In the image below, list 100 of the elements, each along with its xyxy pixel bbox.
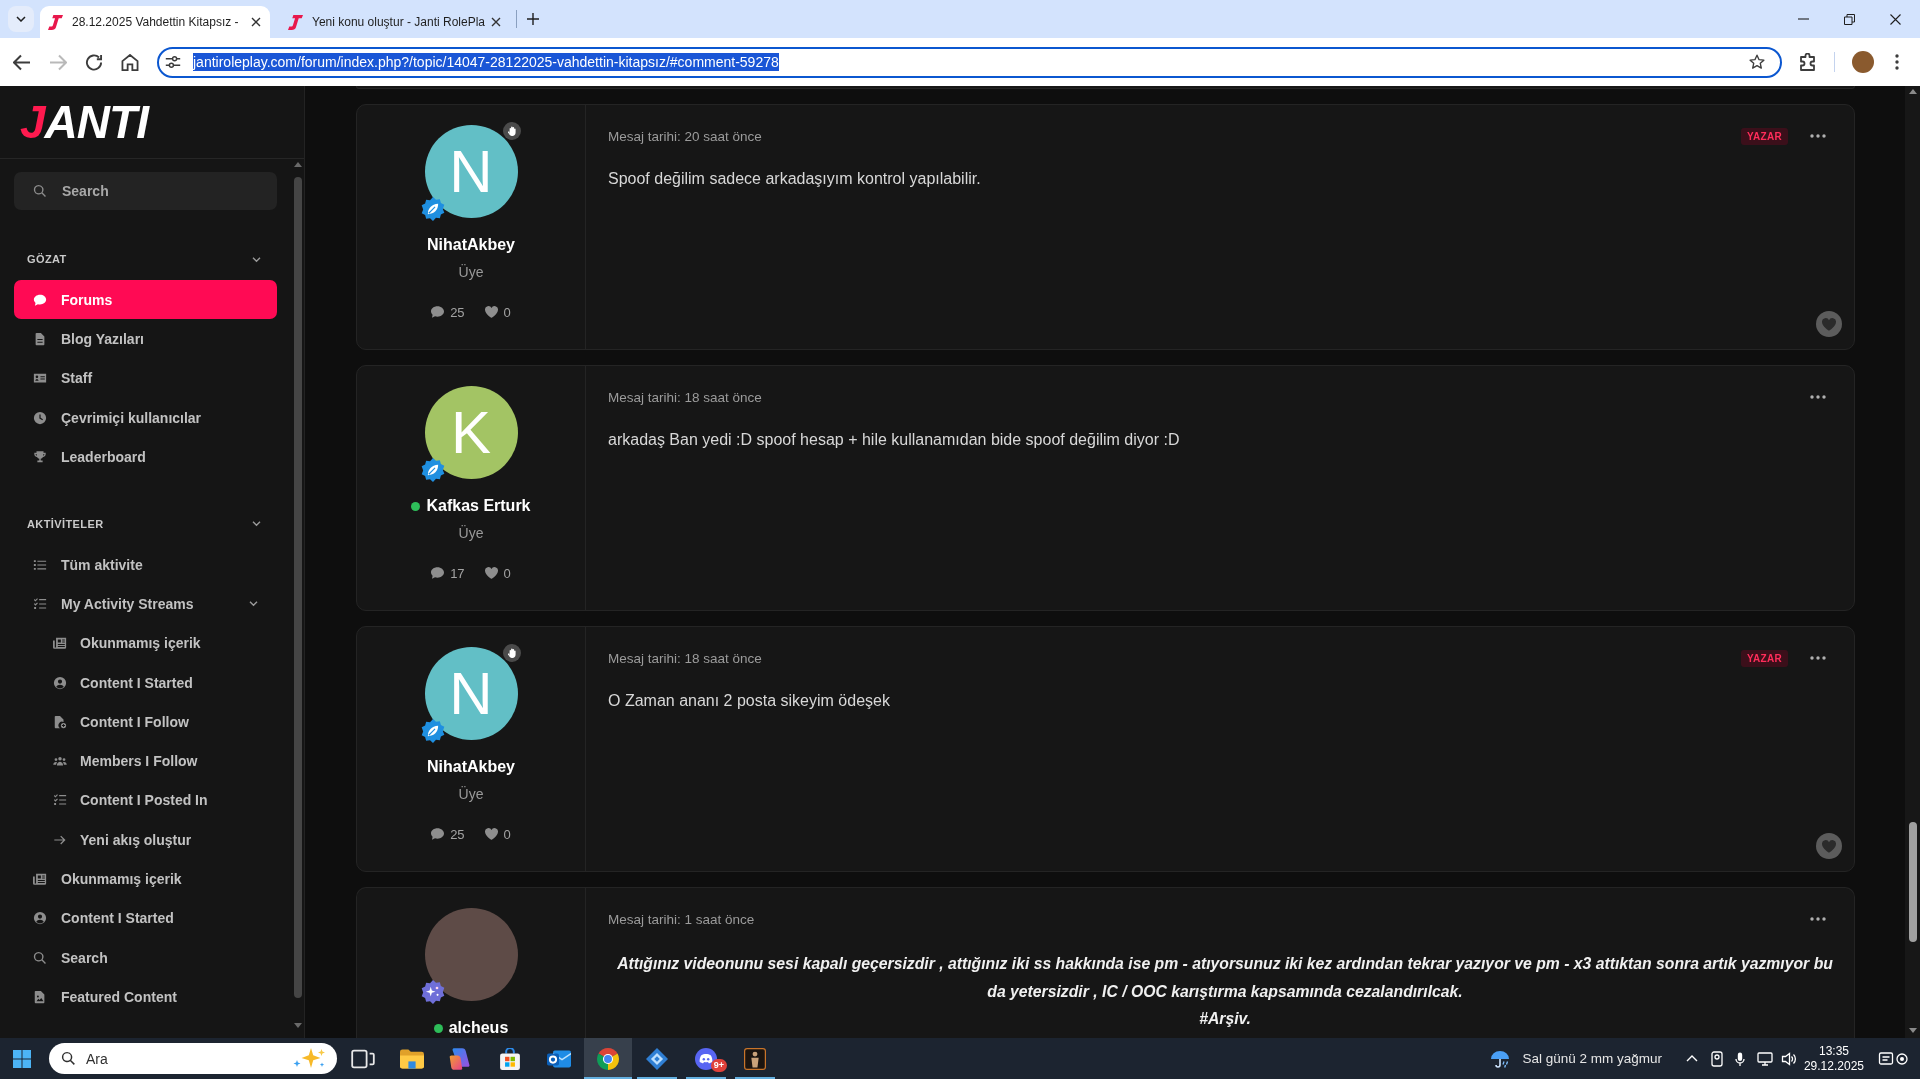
close-icon[interactable] — [1890, 13, 1901, 25]
nav-item[interactable]: Tüm aktivite — [14, 545, 277, 585]
username[interactable]: Kafkas Erturk — [426, 496, 531, 516]
logo-icon — [288, 14, 303, 30]
scroll-up-icon[interactable] — [293, 162, 302, 167]
search-icon — [33, 950, 47, 965]
plus-icon[interactable] — [527, 13, 539, 25]
diamond-icon[interactable] — [645, 1047, 669, 1070]
nav-item[interactable]: Okunmamış içerik — [14, 859, 277, 899]
leaf-badge-icon — [420, 458, 445, 482]
browser-tab[interactable]: 28.12.2025 Vahdettin Kitapsız - — [40, 6, 270, 38]
reload-icon[interactable] — [85, 53, 103, 71]
more-icon[interactable] — [1810, 134, 1826, 138]
browser-tab[interactable]: Yeni konu oluştur - Janti RolePla — [280, 6, 510, 38]
ring-icon[interactable] — [1896, 1052, 1908, 1065]
monitor-icon[interactable] — [1756, 1050, 1773, 1067]
clock-icon — [33, 410, 47, 425]
nav-item[interactable]: My Activity Streams — [14, 584, 277, 624]
section-heading: GÖZAT — [27, 253, 67, 265]
notification-icon[interactable] — [1878, 1050, 1894, 1067]
nav-item[interactable]: Yeni akış oluştur — [14, 820, 277, 860]
puzzle-icon[interactable] — [1799, 53, 1817, 71]
comment-icon — [431, 828, 445, 840]
weather-text[interactable]: Sal günü 2 mm yağmur — [1522, 1051, 1662, 1066]
more-icon[interactable] — [1810, 656, 1826, 660]
nav-item[interactable]: Content I Started — [14, 662, 277, 703]
scroll-up-icon[interactable] — [1908, 89, 1917, 94]
chevron-down-icon[interactable] — [251, 255, 262, 263]
close-icon[interactable] — [491, 17, 501, 27]
more-icon[interactable] — [1810, 395, 1826, 399]
tab-list-button[interactable] — [8, 6, 34, 32]
search-icon — [33, 184, 47, 198]
reaction-count: 0 — [503, 304, 511, 320]
nav-item[interactable]: Çevrimiçi kullanıcılar — [14, 397, 277, 438]
start-icon[interactable] — [13, 1049, 31, 1068]
back-icon[interactable] — [13, 53, 31, 71]
url-text: jantiroleplay.com/forum/index.php?/topic/14047-28122025-vahdettin-kitapsız/#comment-59278 — [193, 53, 779, 71]
more-icon[interactable] — [1810, 917, 1826, 921]
logo[interactable]: JANTI — [20, 99, 148, 145]
scroll-down-icon[interactable] — [1908, 1028, 1917, 1033]
nav-item[interactable]: Content I Started — [14, 898, 277, 938]
comment-icon — [431, 567, 445, 579]
nav-item[interactable]: Blog Yazıları — [14, 319, 277, 359]
address-bar[interactable]: jantiroleplay.com/forum/index.php?/topic/14047-28122025-vahdettin-kitapsız/#comment-59278 — [157, 46, 1782, 78]
close-icon[interactable] — [251, 17, 261, 27]
sparkle-badge-icon — [420, 980, 445, 1004]
segmented-circle-icon[interactable] — [596, 1047, 620, 1070]
camera-icon[interactable] — [1708, 1050, 1725, 1067]
user-rank: Üye — [458, 524, 484, 542]
bookmark-star-icon[interactable] — [1749, 54, 1765, 70]
post-text: #Arşiv. — [1198, 1009, 1252, 1029]
heart-icon — [484, 828, 498, 840]
nav-item[interactable]: Content I Posted In — [14, 780, 277, 821]
nav-item[interactable]: Leaderboard — [14, 437, 277, 477]
search-icon — [61, 1051, 76, 1066]
nav-item[interactable]: Staff — [14, 358, 277, 398]
clock-date[interactable]: 29.12.2025 — [1803, 1058, 1864, 1074]
heart-icon — [484, 567, 498, 579]
post-date: Mesaj tarihi: 1 saat önce — [608, 911, 755, 927]
search-field[interactable]: Search — [14, 172, 277, 210]
newspaper-icon — [33, 872, 47, 886]
react-button[interactable] — [1816, 311, 1842, 337]
username[interactable]: NihatAkbey — [427, 235, 515, 255]
username[interactable]: alcheus — [448, 1018, 509, 1038]
site-settings-icon[interactable] — [165, 56, 181, 68]
nav-item[interactable]: Okunmamış içerik — [14, 623, 277, 663]
chevron-down-icon[interactable] — [248, 600, 259, 608]
restore-icon[interactable] — [1844, 13, 1855, 25]
profile-avatar[interactable] — [1852, 51, 1874, 73]
home-icon[interactable] — [121, 53, 139, 71]
scroll-down-icon[interactable] — [293, 1023, 302, 1028]
menu-icon[interactable] — [1895, 54, 1899, 70]
chevron-up-icon[interactable] — [1685, 1055, 1698, 1062]
scrollbar-thumb[interactable] — [1908, 822, 1917, 942]
character-tile-icon[interactable] — [743, 1047, 767, 1070]
scrollbar-thumb[interactable] — [293, 177, 302, 998]
user-rank: Üye — [458, 263, 484, 281]
umbrella-icon[interactable] — [1490, 1049, 1511, 1068]
nav-item[interactable]: Search — [14, 937, 277, 978]
taskbar-button[interactable] — [584, 1038, 632, 1079]
post-text: O Zaman ananı 2 posta sikeyim ödeşek — [608, 691, 891, 711]
nav-item[interactable]: Forums — [14, 280, 277, 320]
post-text: Spoof değilim sadece arkadaşıyım kontrol yapılabilir. — [608, 169, 982, 189]
task-view-icon[interactable] — [351, 1047, 375, 1070]
react-button[interactable] — [1816, 833, 1842, 859]
search-field[interactable]: Ara — [49, 1043, 337, 1074]
post-count: 25 — [450, 304, 465, 320]
username[interactable]: NihatAkbey — [427, 757, 515, 777]
post-text: arkadaş Ban yedi :D spoof hesap + hile kullanamıdan bide spoof değilim diyor :D — [608, 430, 1181, 450]
folder-icon[interactable] — [400, 1047, 424, 1070]
chat-bubble-icon — [33, 292, 47, 307]
nav-item[interactable]: Featured Content — [14, 977, 277, 1017]
post-count: 25 — [450, 826, 465, 842]
shopping-bag-icon[interactable] — [498, 1047, 522, 1070]
nav-item[interactable]: Content I Follow — [14, 702, 277, 742]
clock-time[interactable]: 13:35 — [1818, 1043, 1849, 1059]
nav-item[interactable]: Members I Follow — [14, 741, 277, 781]
chevron-down-icon[interactable] — [251, 520, 262, 528]
newspaper-icon — [53, 636, 67, 651]
speaker-icon[interactable] — [1780, 1050, 1797, 1067]
